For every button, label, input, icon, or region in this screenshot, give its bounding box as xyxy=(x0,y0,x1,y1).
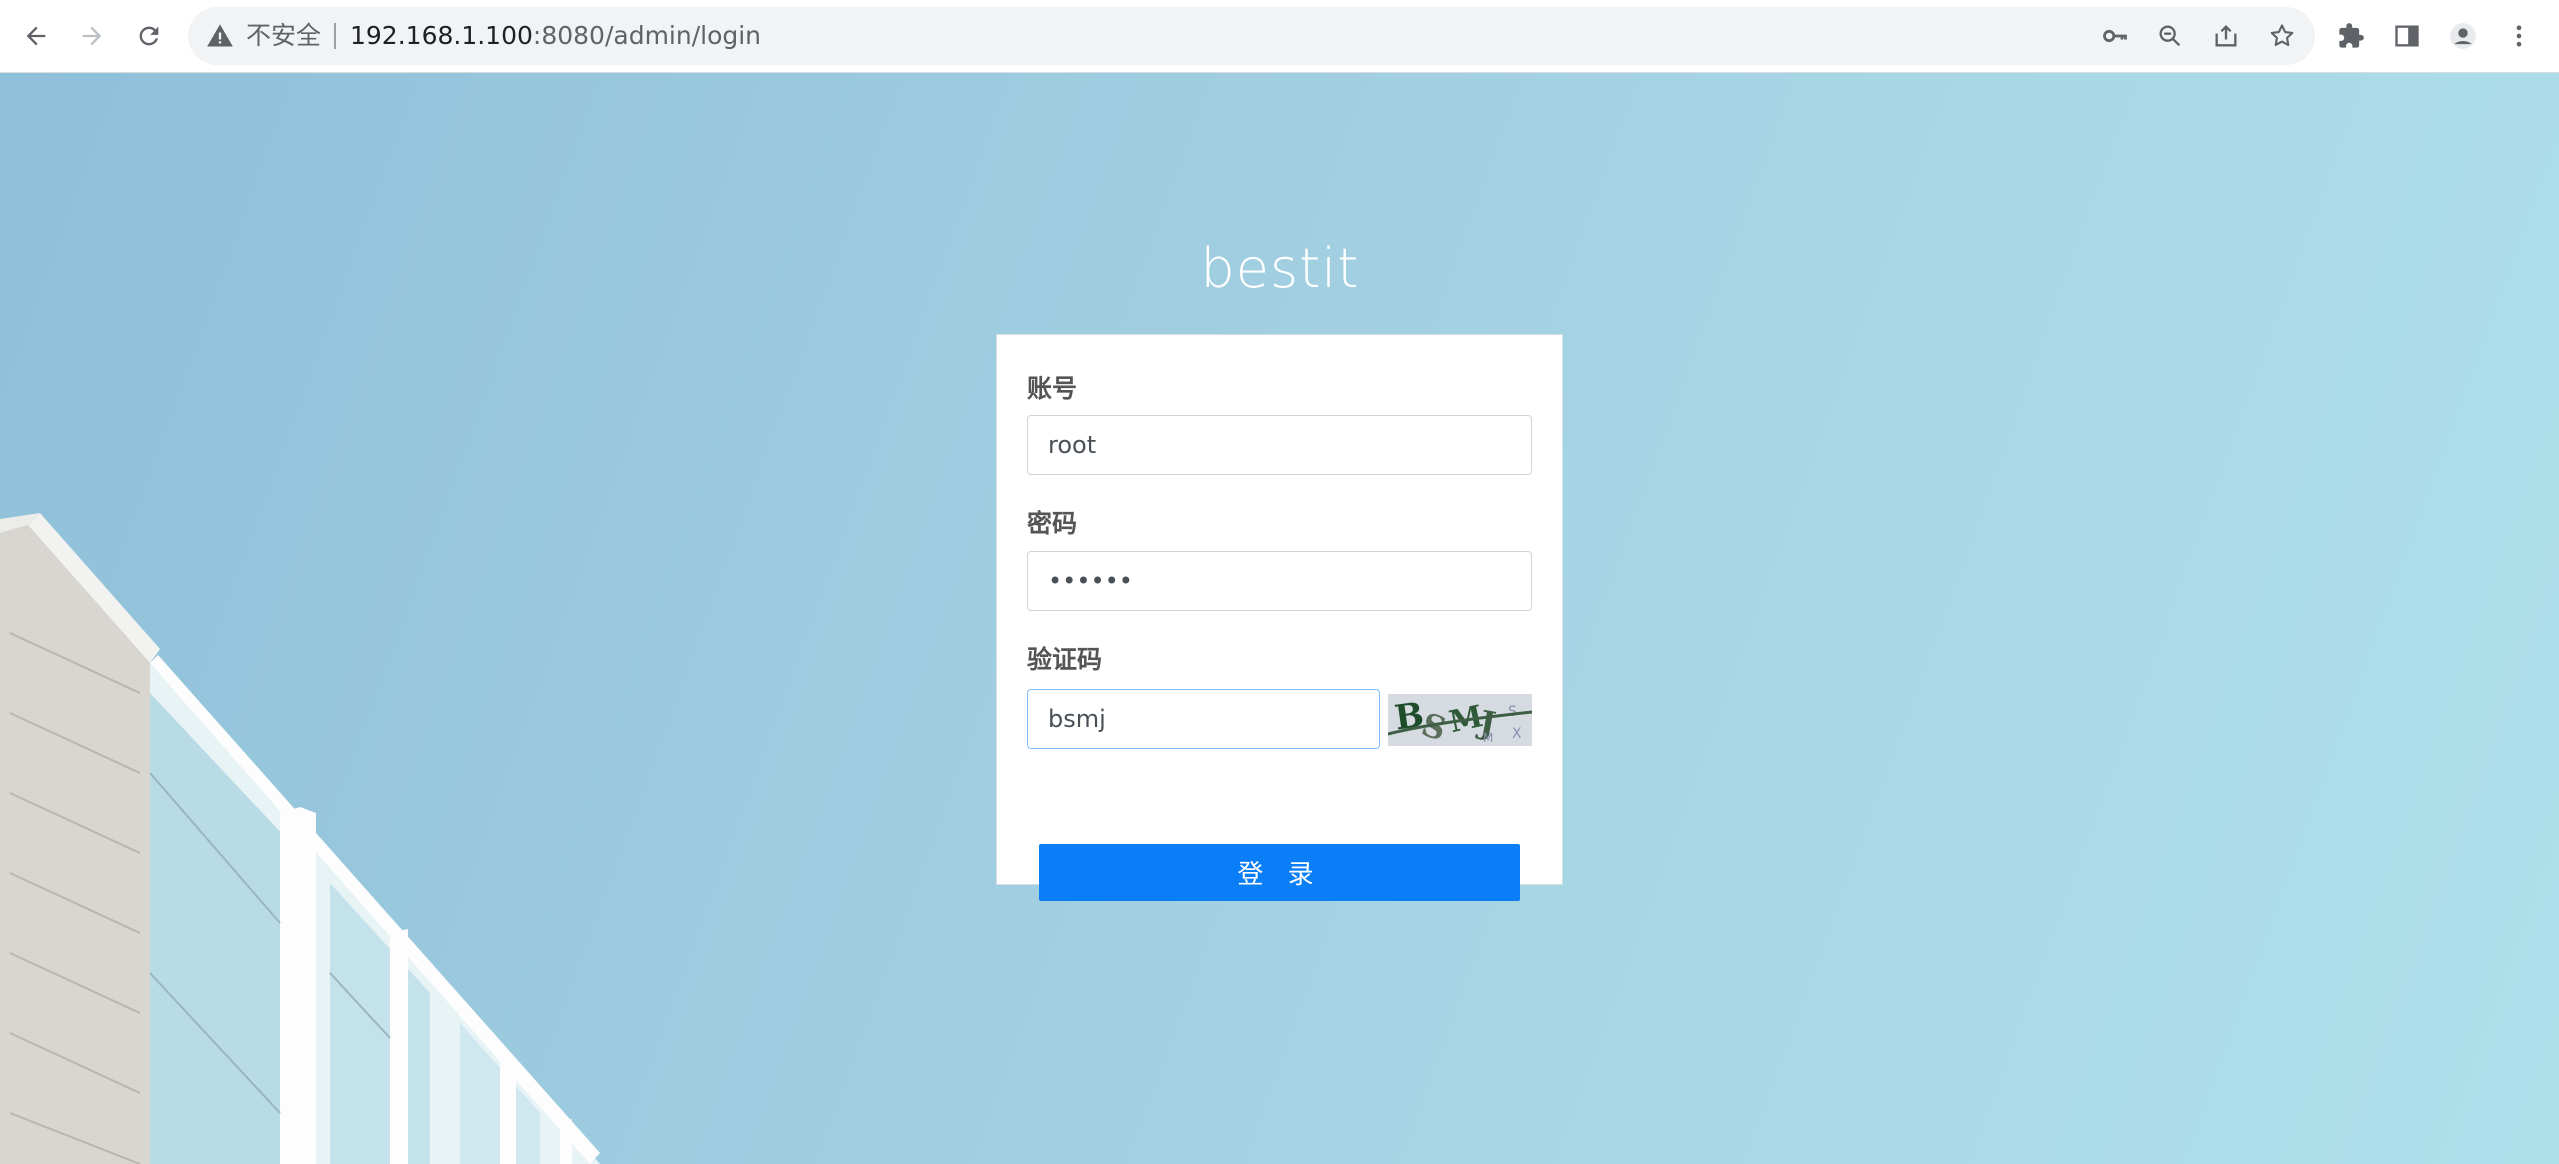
warning-icon[interactable] xyxy=(206,22,234,50)
back-icon[interactable] xyxy=(14,14,58,58)
address-bar[interactable]: 不安全 192.168.1.100:8080/admin/login xyxy=(188,7,2315,65)
password-label: 密码 xyxy=(1027,509,1078,538)
reload-icon[interactable] xyxy=(127,14,171,58)
share-icon[interactable] xyxy=(2212,22,2240,50)
login-button[interactable]: 登 录 xyxy=(1039,844,1520,901)
captcha-image[interactable]: B S M J S X M xyxy=(1388,694,1532,746)
url-host: 192.168.1.100 xyxy=(350,21,533,50)
password-input[interactable] xyxy=(1027,551,1532,611)
url-text[interactable]: 192.168.1.100:8080/admin/login xyxy=(350,7,761,65)
account-label: 账号 xyxy=(1027,374,1078,403)
account-input[interactable] xyxy=(1027,415,1532,475)
svg-text:X: X xyxy=(1512,726,1522,742)
url-path: :8080/admin/login xyxy=(532,21,762,50)
login-card: 账号 密码 验证码 B S M J S X M 登 录 xyxy=(996,334,1563,901)
key-icon[interactable] xyxy=(2101,22,2129,50)
forward-icon[interactable] xyxy=(70,14,114,58)
star-icon[interactable] xyxy=(2268,22,2296,50)
browser-toolbar: 不安全 192.168.1.100:8080/admin/login xyxy=(0,0,2559,73)
extensions-icon[interactable] xyxy=(2329,14,2373,58)
brand-title: bestit xyxy=(1200,237,1360,300)
side-panel-icon[interactable] xyxy=(2385,14,2429,58)
divider xyxy=(334,23,336,49)
profile-icon[interactable] xyxy=(2441,14,2485,58)
zoom-out-icon[interactable] xyxy=(2156,22,2184,50)
menu-icon[interactable] xyxy=(2497,14,2541,58)
security-label[interactable]: 不安全 xyxy=(246,7,321,65)
captcha-input[interactable] xyxy=(1027,689,1380,749)
svg-text:M: M xyxy=(1483,731,1493,745)
building-background-image xyxy=(0,513,600,1164)
captcha-label: 验证码 xyxy=(1027,645,1103,674)
login-page: bestit 账号 密码 验证码 B S M J S X M 登 录 xyxy=(0,73,2559,1164)
svg-text:S: S xyxy=(1508,704,1517,720)
